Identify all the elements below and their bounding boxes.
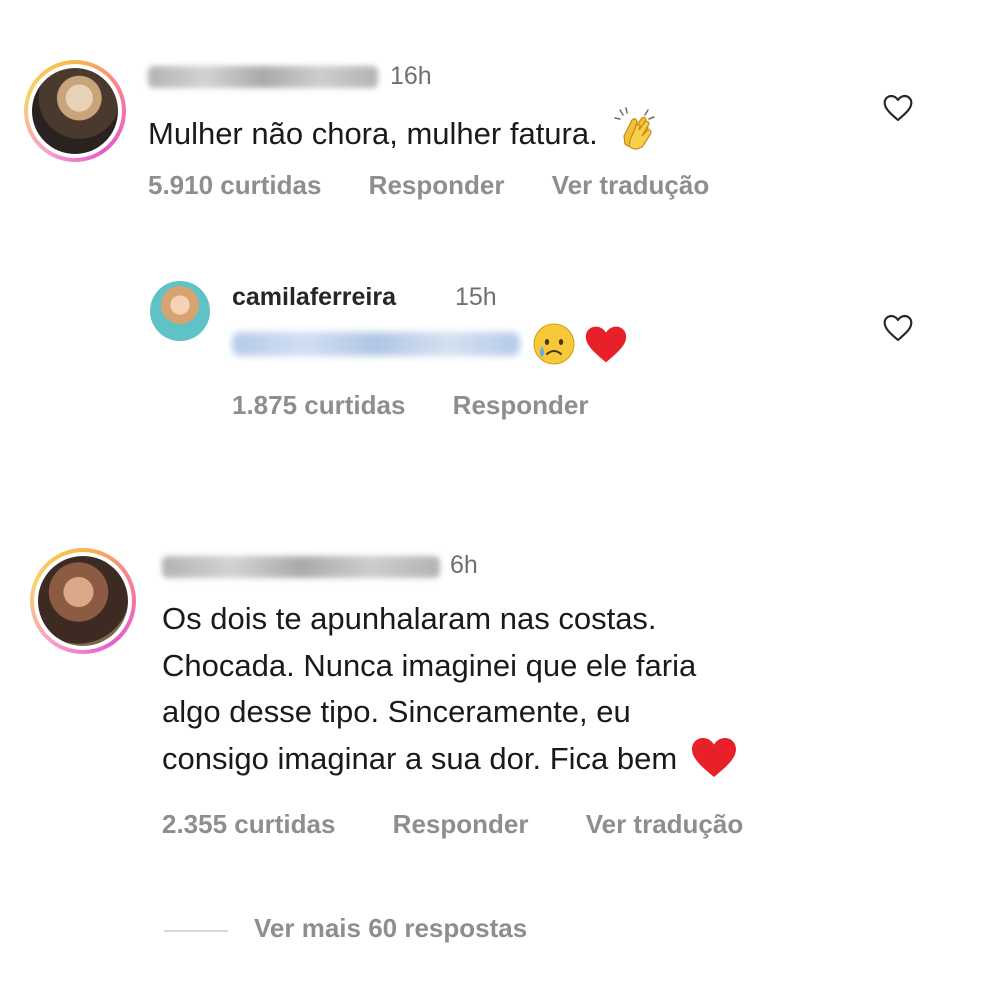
- avatar: [32, 68, 118, 154]
- reply-button[interactable]: Responder: [393, 809, 529, 839]
- story-ring-avatar[interactable]: [24, 60, 126, 162]
- crying-face-emoji: [533, 323, 575, 365]
- clapping-hands-emoji: [612, 106, 660, 166]
- blurred-username[interactable]: [162, 556, 440, 578]
- like-button[interactable]: [882, 313, 914, 343]
- red-heart-emoji: [691, 738, 736, 778]
- reply-emojis: [532, 322, 628, 366]
- comment-time: 16h: [390, 62, 432, 90]
- comment-time: 6h: [450, 551, 478, 579]
- comment-text: Mulher não chora, mulher fatura.: [148, 106, 660, 166]
- reply-button[interactable]: Responder: [369, 170, 505, 200]
- likes-count[interactable]: 2.355 curtidas: [162, 809, 335, 839]
- translate-button[interactable]: Ver tradução: [552, 170, 710, 200]
- divider: [164, 930, 228, 932]
- blurred-mention[interactable]: [232, 332, 520, 356]
- reply-button[interactable]: Responder: [453, 390, 589, 420]
- likes-count[interactable]: 5.910 curtidas: [148, 170, 321, 200]
- heart-outline-icon: [883, 94, 913, 122]
- like-button[interactable]: [882, 93, 914, 123]
- comment-actions: 5.910 curtidas Responder Ver tradução: [148, 170, 709, 201]
- comment-text: Os dois te apunhalaram nas costas. Choca…: [162, 596, 738, 782]
- comment-actions: 2.355 curtidas Responder Ver tradução: [162, 809, 743, 840]
- story-ring-avatar[interactable]: [30, 548, 136, 654]
- view-more-replies-button[interactable]: Ver mais 60 respostas: [254, 913, 527, 944]
- avatar[interactable]: [150, 281, 210, 341]
- blurred-username[interactable]: [148, 66, 378, 88]
- red-heart-emoji: [586, 326, 627, 363]
- reply-username[interactable]: camilaferreira: [232, 283, 396, 312]
- reply-actions: 1.875 curtidas Responder: [232, 390, 588, 421]
- avatar: [38, 556, 128, 646]
- reply-time: 15h: [455, 283, 497, 311]
- likes-count[interactable]: 1.875 curtidas: [232, 390, 405, 420]
- heart-outline-icon: [883, 314, 913, 342]
- translate-button[interactable]: Ver tradução: [586, 809, 744, 839]
